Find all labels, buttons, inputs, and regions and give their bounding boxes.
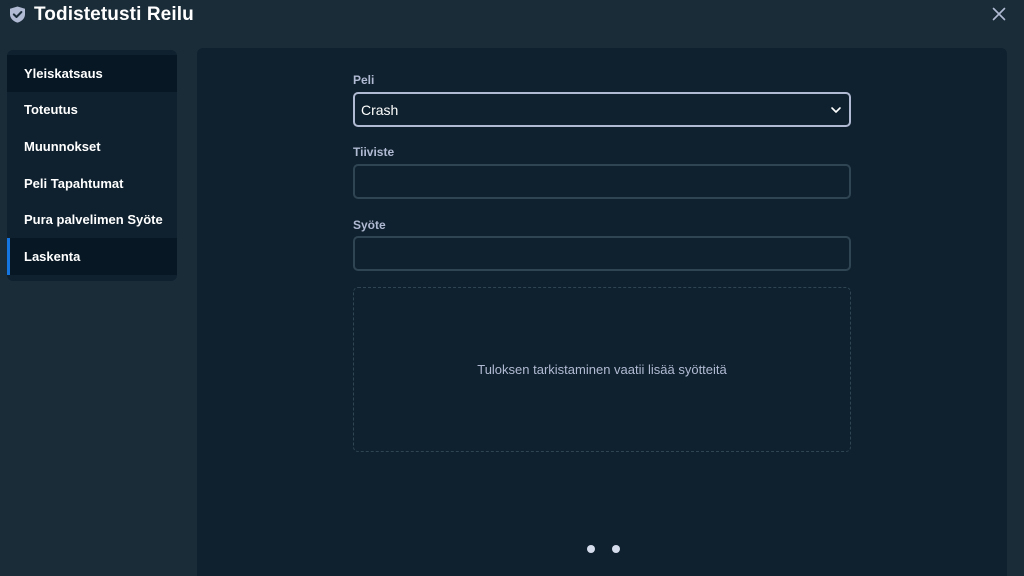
- page-title: Todistetusti Reilu: [34, 4, 194, 25]
- hash-label: Tiiviste: [353, 145, 395, 159]
- sidebar-item-toteutus[interactable]: Toteutus: [7, 92, 177, 129]
- pagination-dot-1[interactable]: [587, 545, 595, 553]
- sidebar-item-peli-tapahtumat[interactable]: Peli Tapahtumat: [7, 165, 177, 202]
- sidebar-item-muunnokset[interactable]: Muunnokset: [7, 128, 177, 165]
- pagination-dot-2[interactable]: [612, 545, 620, 553]
- game-label: Peli: [353, 73, 375, 87]
- sidebar-item-label: Peli Tapahtumat: [24, 175, 124, 191]
- sidebar-item-laskenta[interactable]: Laskenta: [7, 237, 177, 275]
- sidebar-item-label: Pura palvelimen Syöte: [24, 212, 163, 228]
- sidebar-item-label: Yleiskatsaus: [24, 65, 103, 81]
- sidebar-item-pura-palvelimen-syote[interactable]: Pura palvelimen Syöte: [7, 201, 177, 238]
- result-panel: Tuloksen tarkistaminen vaatii lisää syöt…: [353, 287, 851, 452]
- sidebar-nav: Yleiskatsaus Toteutus Muunnokset Peli Ta…: [7, 50, 177, 281]
- sidebar-item-label: Muunnokset: [24, 138, 101, 154]
- seed-input[interactable]: [353, 236, 851, 271]
- hash-input[interactable]: [353, 164, 851, 199]
- result-message: Tuloksen tarkistaminen vaatii lisää syöt…: [477, 362, 727, 377]
- close-button[interactable]: [988, 4, 1010, 24]
- main-panel: Peli Crash Tiiviste Syöte Tuloksen tarki…: [197, 48, 1007, 576]
- seed-label: Syöte: [353, 218, 386, 232]
- shield-check-icon: [10, 6, 25, 23]
- sidebar-item-yleiskatsaus[interactable]: Yleiskatsaus: [7, 55, 177, 92]
- sidebar-item-label: Laskenta: [24, 248, 81, 264]
- header-bar: Todistetusti Reilu: [0, 0, 1024, 30]
- chevron-down-icon: [831, 107, 841, 113]
- sidebar-item-label: Toteutus: [24, 102, 78, 118]
- close-icon[interactable]: [992, 7, 1006, 21]
- game-select-value: Crash: [361, 101, 399, 118]
- game-select[interactable]: Crash: [353, 92, 851, 127]
